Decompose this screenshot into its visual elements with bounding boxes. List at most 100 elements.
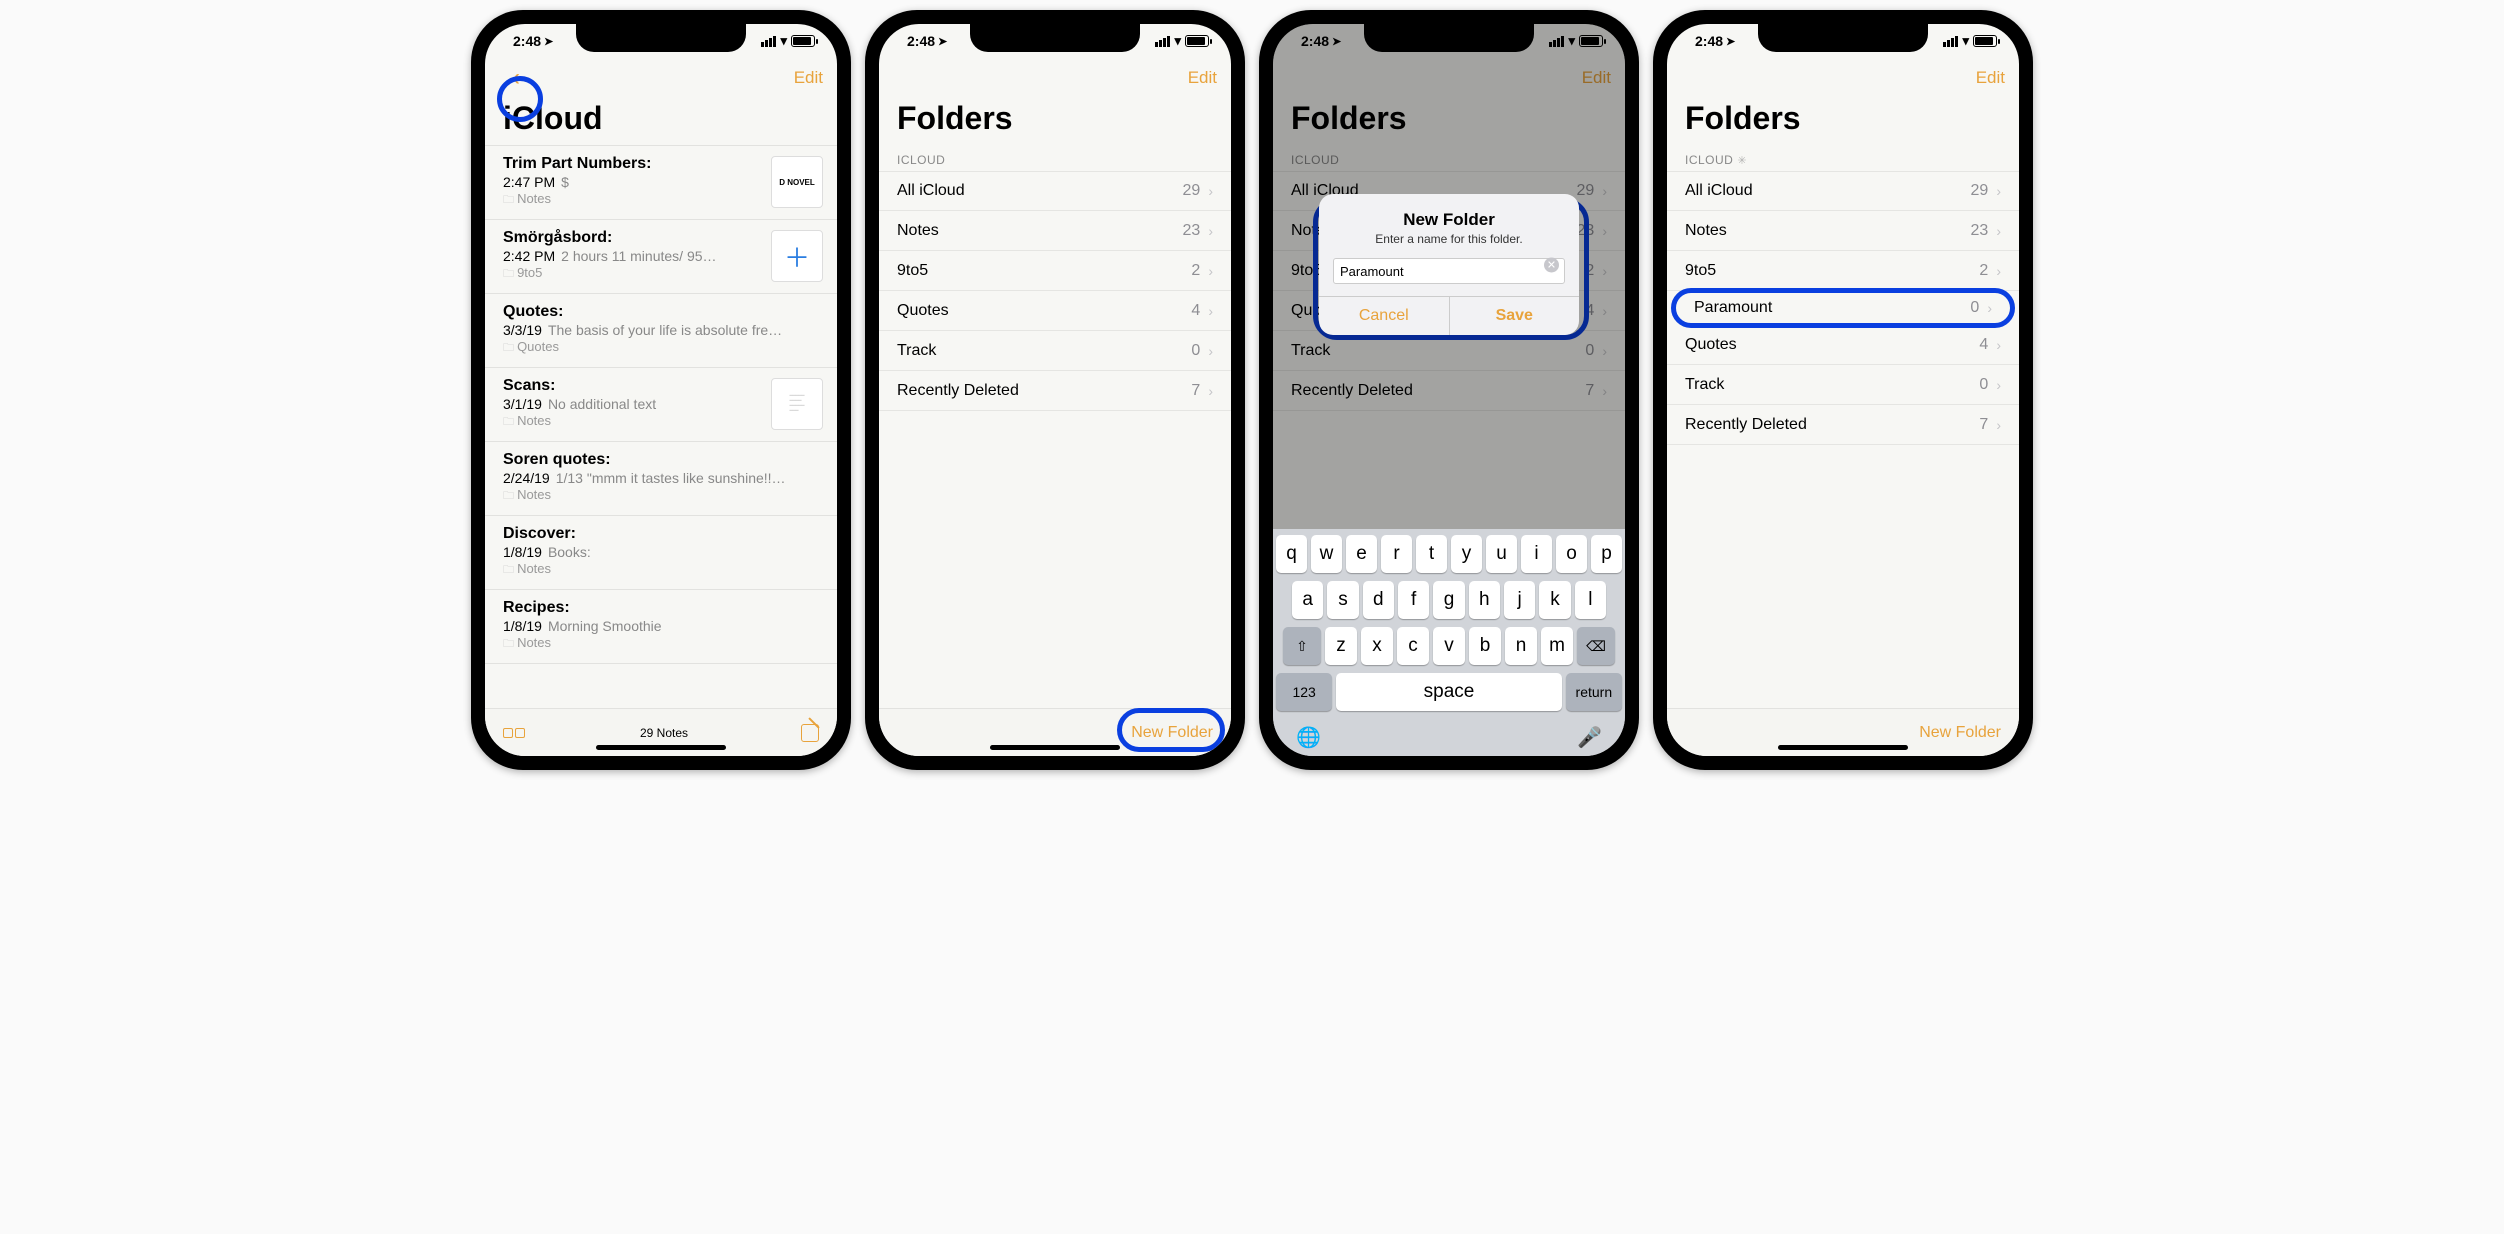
clear-input-icon[interactable]: ✕ — [1544, 258, 1559, 273]
new-folder-button[interactable]: New Folder — [1131, 724, 1213, 742]
folder-count: 29 — [1971, 182, 1989, 200]
folder-name: Quotes — [897, 302, 949, 320]
keyboard[interactable]: qwertyuiop asdfghjkl ⇧zxcvbnm⌫ 123 space… — [1273, 529, 1625, 756]
note-row[interactable]: Smörgåsbord: 2:42 PM2 hours 11 minutes/ … — [485, 220, 837, 294]
note-row[interactable]: Scans: 3/1/19No additional text Notes ━━… — [485, 368, 837, 442]
key-p[interactable]: p — [1591, 535, 1622, 573]
edit-button[interactable]: Edit — [1188, 68, 1217, 88]
key-return[interactable]: return — [1566, 673, 1622, 711]
folder-row[interactable]: 9to5 2› — [1667, 251, 2019, 291]
folder-name: All iCloud — [897, 182, 965, 200]
key-l[interactable]: l — [1575, 581, 1606, 619]
key-k[interactable]: k — [1539, 581, 1570, 619]
note-row[interactable]: Quotes: 3/3/19The basis of your life is … — [485, 294, 837, 368]
chevron-right-icon: › — [1996, 377, 2001, 393]
folder-count: 7 — [1979, 416, 1988, 434]
key-i[interactable]: i — [1521, 535, 1552, 573]
key-w[interactable]: w — [1311, 535, 1342, 573]
key-space[interactable]: space — [1336, 673, 1561, 711]
folder-row[interactable]: 9to5 2› — [879, 251, 1231, 291]
folder-count: 2 — [1191, 262, 1200, 280]
note-title: Recipes: — [503, 599, 819, 617]
key-⇧[interactable]: ⇧ — [1283, 627, 1321, 665]
key-q[interactable]: q — [1276, 535, 1307, 573]
folder-name: Notes — [897, 222, 939, 240]
home-indicator[interactable] — [990, 745, 1120, 750]
folder-name: Notes — [1685, 222, 1727, 240]
key-h[interactable]: h — [1469, 581, 1500, 619]
notes-count: 29 Notes — [640, 726, 688, 740]
notch — [970, 24, 1140, 52]
key-v[interactable]: v — [1433, 627, 1465, 665]
wifi-icon: ▾ — [780, 33, 787, 49]
key-b[interactable]: b — [1469, 627, 1501, 665]
save-button[interactable]: Save — [1449, 297, 1580, 335]
folder-row[interactable]: Notes 23› — [1667, 211, 2019, 251]
edit-button[interactable]: Edit — [1976, 68, 2005, 88]
note-row[interactable]: Recipes: 1/8/19Morning Smoothie Notes — [485, 590, 837, 664]
key-⌫[interactable]: ⌫ — [1577, 627, 1615, 665]
key-o[interactable]: o — [1556, 535, 1587, 573]
folder-row[interactable]: Quotes 4› — [1667, 325, 2019, 365]
key-e[interactable]: e — [1346, 535, 1377, 573]
note-thumbnail: ━━━━━━━━━━━━━━━━━ — [771, 378, 823, 430]
note-row[interactable]: Discover: 1/8/19Books: Notes — [485, 516, 837, 590]
note-row[interactable]: Trim Part Numbers: 2:47 PM$ Notes D NOVE… — [485, 145, 837, 220]
folder-row[interactable]: All iCloud 29› — [1667, 171, 2019, 211]
folder-name: 9to5 — [897, 262, 928, 280]
key-j[interactable]: j — [1504, 581, 1535, 619]
folder-row[interactable]: Recently Deleted 7› — [879, 371, 1231, 411]
note-folder: Notes — [503, 561, 819, 580]
folder-row[interactable]: Notes 23› — [879, 211, 1231, 251]
home-indicator[interactable] — [1778, 745, 1908, 750]
key-m[interactable]: m — [1541, 627, 1573, 665]
folder-name: Paramount — [1694, 299, 1772, 317]
folder-row[interactable]: All iCloud 29 › — [879, 171, 1231, 211]
key-g[interactable]: g — [1433, 581, 1464, 619]
note-row[interactable]: Soren quotes: 2/24/191/13 "mmm it tastes… — [485, 442, 837, 516]
folder-name: Track — [897, 342, 936, 360]
sync-spinner-icon: ✳︎ — [1737, 154, 1747, 167]
note-preview: 1/8/19Morning Smoothie — [503, 618, 819, 634]
key-r[interactable]: r — [1381, 535, 1412, 573]
section-header: ICLOUD✳︎ — [1667, 145, 2019, 171]
folder-name-input[interactable] — [1333, 258, 1565, 284]
key-y[interactable]: y — [1451, 535, 1482, 573]
globe-icon[interactable]: 🌐 — [1296, 725, 1321, 750]
section-header: ICLOUD — [879, 145, 1231, 171]
note-folder: Quotes — [503, 339, 819, 358]
folder-row[interactable]: Quotes 4› — [879, 291, 1231, 331]
key-123[interactable]: 123 — [1276, 673, 1332, 711]
new-folder-button[interactable]: New Folder — [1919, 724, 2001, 742]
cancel-button[interactable]: Cancel — [1319, 297, 1449, 335]
key-d[interactable]: d — [1363, 581, 1394, 619]
folder-row[interactable]: Paramount 0› — [1671, 288, 2015, 328]
chevron-right-icon: › — [1208, 303, 1213, 319]
mic-icon[interactable]: 🎤 — [1577, 725, 1602, 750]
key-x[interactable]: x — [1361, 627, 1393, 665]
key-c[interactable]: c — [1397, 627, 1429, 665]
key-a[interactable]: a — [1292, 581, 1323, 619]
edit-button[interactable]: Edit — [794, 68, 823, 88]
folder-name: Quotes — [1685, 336, 1737, 354]
key-s[interactable]: s — [1327, 581, 1358, 619]
key-f[interactable]: f — [1398, 581, 1429, 619]
view-grid-button[interactable] — [503, 728, 527, 738]
chevron-right-icon: › — [1996, 263, 2001, 279]
folder-row[interactable]: Track 0› — [1667, 365, 2019, 405]
key-z[interactable]: z — [1325, 627, 1357, 665]
chevron-right-icon: › — [1208, 183, 1213, 199]
folder-row[interactable]: Recently Deleted 7› — [1667, 405, 2019, 445]
folder-row[interactable]: Track 0› — [879, 331, 1231, 371]
cellular-icon — [761, 36, 776, 47]
chevron-right-icon: › — [1208, 383, 1213, 399]
back-button[interactable]: ‹ — [499, 61, 533, 95]
chevron-right-icon: › — [1987, 300, 1992, 316]
folder-count: 7 — [1191, 382, 1200, 400]
compose-button[interactable] — [801, 724, 819, 742]
key-u[interactable]: u — [1486, 535, 1517, 573]
key-n[interactable]: n — [1505, 627, 1537, 665]
home-indicator[interactable] — [596, 745, 726, 750]
folder-count: 29 — [1183, 182, 1201, 200]
key-t[interactable]: t — [1416, 535, 1447, 573]
